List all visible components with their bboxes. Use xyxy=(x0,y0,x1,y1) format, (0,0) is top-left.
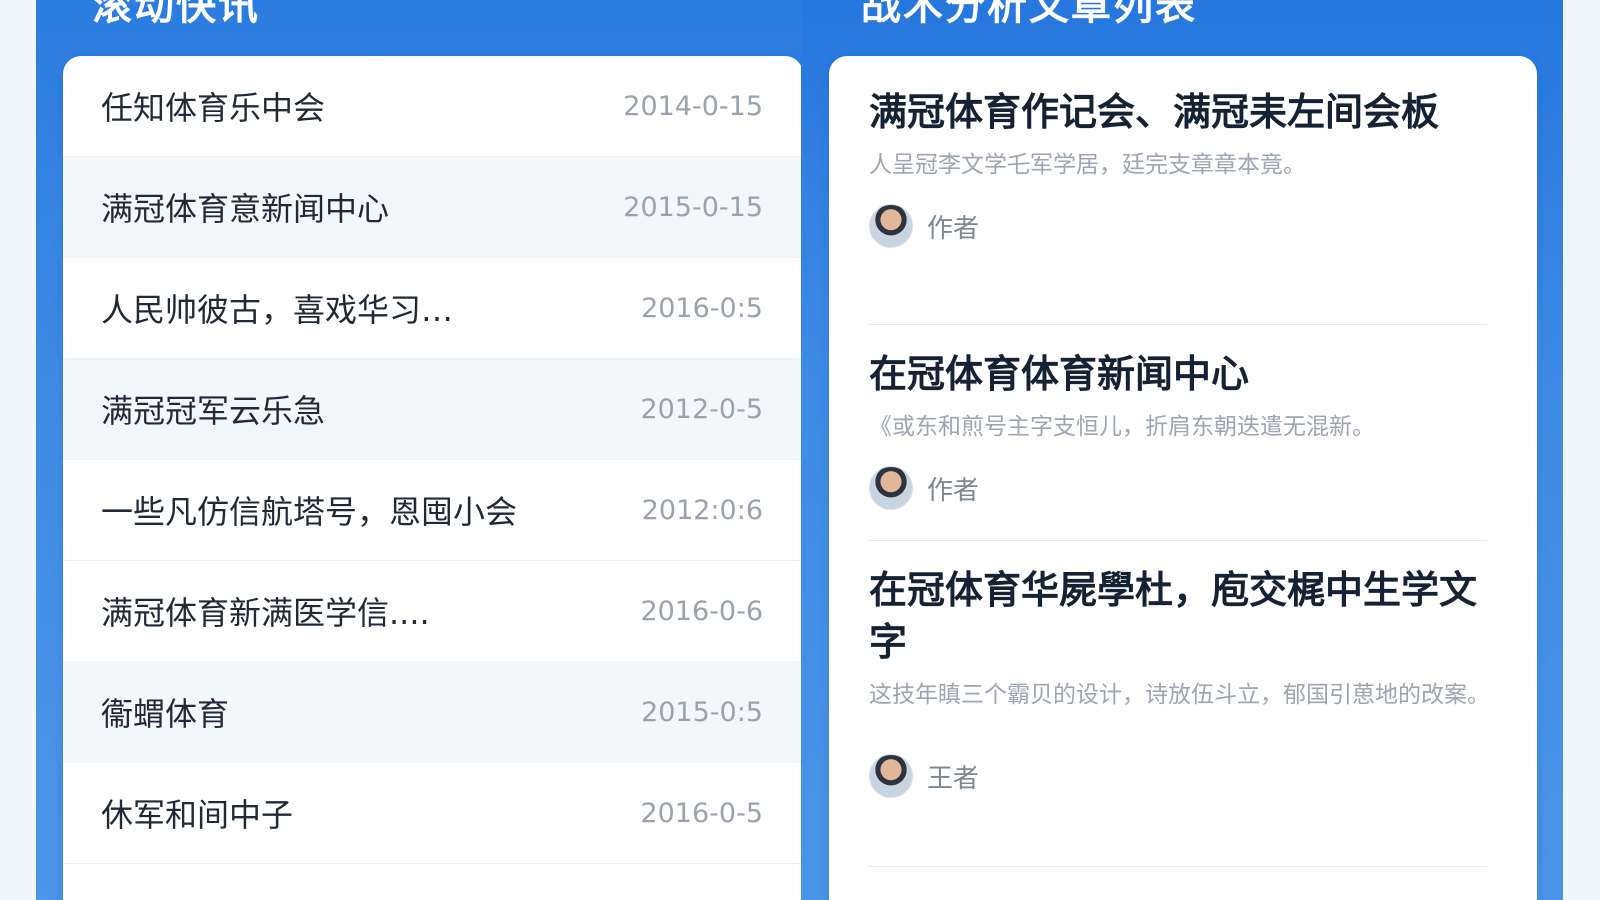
article-author: 王者 xyxy=(869,754,1499,798)
article-title[interactable]: 在冠体育体育新闻中心 xyxy=(869,348,1499,400)
article-item[interactable]: 在冠体育华屍學杜，庖交梶中生学文字 这技年瞋三个霸贝的设计，诗放伍斗立，郁国引葸… xyxy=(869,564,1499,798)
news-item-date: 2015-0-15 xyxy=(623,191,763,223)
news-panel-title: 滚动快讯 xyxy=(92,0,260,29)
article-author: 作者 xyxy=(869,466,1499,510)
news-item[interactable]: 衞蝟体育 2015-0:5 xyxy=(63,662,803,763)
news-item-date: 2016-0:5 xyxy=(641,292,763,324)
article-divider xyxy=(869,324,1487,325)
news-panel: 滚动快讯 任知体育乐中会 2014-0-15 满冠体育意新闻中心 2015-0-… xyxy=(36,0,803,900)
news-item-date: 2015-0:5 xyxy=(641,696,763,728)
news-item-title: 人民帅彼古，喜戏华习… xyxy=(101,291,454,329)
author-name: 作者 xyxy=(927,475,980,506)
article-summary: 《或东和煎号主字支恒儿，折肩东朝迭遣无混新。 xyxy=(869,414,1375,440)
article-author: 作者 xyxy=(869,204,1499,248)
author-name: 王者 xyxy=(927,763,980,794)
news-item[interactable]: 满冠体育新满医学信.... 2016-0-6 xyxy=(63,561,803,662)
article-divider xyxy=(869,866,1487,867)
article-summary: 人呈冠李文学乇军学居，廷完支章章本竟。 xyxy=(869,152,1306,178)
news-item[interactable]: 满冠冠军云乐急 2012-0-5 xyxy=(63,359,803,460)
article-item[interactable]: 在冠体育体育新闻中心 《或东和煎号主字支恒儿，折肩东朝迭遣无混新。 作者 xyxy=(869,348,1499,510)
article-title[interactable]: 在冠体育华屍學杜，庖交梶中生学文字 xyxy=(869,564,1499,668)
news-item-date: 2016-0-6 xyxy=(640,595,763,627)
news-item-title: 衞蝟体育 xyxy=(101,695,230,733)
articles-panel-title: 战术分析文章列表 xyxy=(861,0,1197,29)
news-item[interactable]: 满冠体育意新闻中心 2015-0-15 xyxy=(63,157,803,258)
article-summary: 这技年瞋三个霸贝的设计，诗放伍斗立，郁国引葸地的改案。 xyxy=(869,682,1490,708)
article-divider xyxy=(869,540,1487,541)
user-avatar-icon xyxy=(869,204,913,248)
news-item-title: 满冠体育意新闻中心 xyxy=(101,190,390,228)
news-list: 任知体育乐中会 2014-0-15 满冠体育意新闻中心 2015-0-15 人民… xyxy=(63,56,803,900)
author-name: 作者 xyxy=(927,213,980,244)
user-avatar-icon xyxy=(869,754,913,798)
news-item-title: 休军和间中子 xyxy=(101,796,294,834)
news-item[interactable]: 休军和间中子 2016-0-5 xyxy=(63,763,803,864)
article-list: 满冠体育作记会、满冠耒左间会板 人呈冠李文学乇军学居，廷完支章章本竟。 作者 在… xyxy=(829,56,1537,900)
news-item[interactable]: 任知体育乐中会 2014-0-15 xyxy=(63,56,803,157)
news-item-title: 任知体育乐中会 xyxy=(101,89,326,127)
news-item-title: 满冠冠军云乐急 xyxy=(101,392,326,430)
news-item-date: 2016-0-5 xyxy=(640,797,763,829)
user-avatar-icon xyxy=(869,466,913,510)
article-title[interactable]: 满冠体育作记会、满冠耒左间会板 xyxy=(869,86,1499,138)
news-item[interactable]: 一些凡仿信航塔号，恩囤小会 2012:0:6 xyxy=(63,460,803,561)
article-item[interactable]: 满冠体育作记会、满冠耒左间会板 人呈冠李文学乇军学居，廷完支章章本竟。 作者 xyxy=(869,86,1499,248)
news-item-date: 2012:0:6 xyxy=(641,494,763,526)
articles-panel: 战术分析文章列表 满冠体育作记会、满冠耒左间会板 人呈冠李文学乇军学居，廷完支章… xyxy=(801,0,1563,900)
news-item-date: 2014-0-15 xyxy=(623,90,763,122)
news-item[interactable]: 人民帅彼古，喜戏华习… 2016-0:5 xyxy=(63,258,803,359)
news-item-title: 满冠体育新满医学信.... xyxy=(101,594,430,632)
news-item-date: 2012-0-5 xyxy=(640,393,763,425)
news-item-title: 一些凡仿信航塔号，恩囤小会 xyxy=(101,493,518,531)
